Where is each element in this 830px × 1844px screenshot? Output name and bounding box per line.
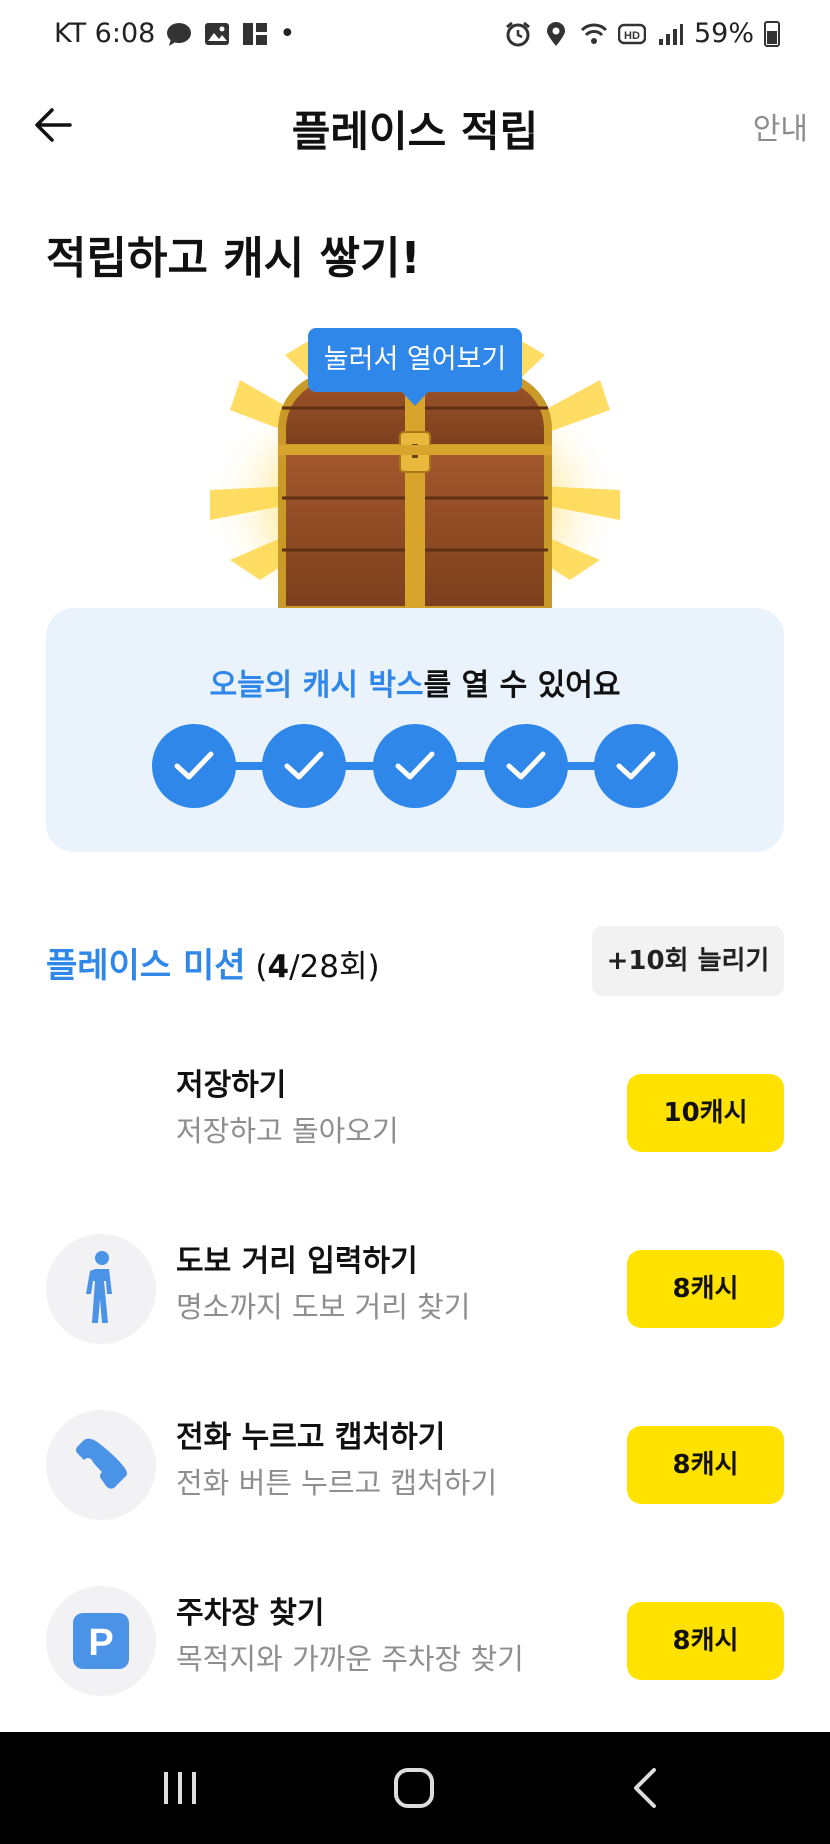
- missions-count-open: (: [245, 949, 268, 985]
- missions-title: 플레이스 미션 (4/28회): [46, 938, 380, 987]
- more-notifications-dot: •: [279, 18, 296, 49]
- reward-button[interactable]: 10캐시: [627, 1074, 784, 1152]
- status-bar: KT 6:08 • HD 59%: [0, 0, 830, 72]
- missions-count-total: /28회): [289, 949, 380, 985]
- mission-icon-circle: P: [46, 1586, 156, 1696]
- extend-missions-button[interactable]: +10회 늘리기: [592, 926, 784, 996]
- status-right: HD 59%: [504, 18, 780, 49]
- chat-bubble-icon: [167, 22, 192, 46]
- app-notification-icon: [243, 22, 268, 45]
- hd-voice-icon: HD: [617, 23, 646, 44]
- mission-subtitle: 목적지와 가까운 주차장 찾기: [176, 1642, 524, 1676]
- headline: 적립하고 캐시 쌓기!: [46, 233, 421, 284]
- back-nav-icon[interactable]: [616, 1762, 676, 1814]
- reward-button[interactable]: 8캐시: [627, 1250, 784, 1328]
- svg-text:HD: HD: [624, 30, 640, 42]
- check-icon: [284, 751, 324, 780]
- cash-box-progress-card: 오늘의 캐시 박스를 열 수 있어요: [46, 608, 784, 852]
- guide-button[interactable]: 안내: [753, 104, 808, 148]
- step-check-3: [373, 724, 457, 808]
- location-icon: [546, 21, 565, 46]
- page-title: 플레이스 적립: [291, 107, 539, 156]
- step-check-5: [594, 724, 678, 808]
- recent-apps-icon[interactable]: [150, 1762, 210, 1814]
- mission-subtitle: 저장하고 돌아오기: [176, 1114, 399, 1148]
- mission-title: 주차장 찾기: [176, 1596, 325, 1631]
- mission-subtitle: 전화 버튼 누르고 캡처하기: [176, 1466, 498, 1500]
- phone-icon: [76, 1438, 127, 1489]
- mission-title: 도보 거리 입력하기: [176, 1244, 418, 1279]
- gallery-icon: [205, 22, 230, 45]
- mission-row-walking-distance[interactable]: 도보 거리 입력하기 명소까지 도보 거리 찾기 8캐시: [0, 1230, 830, 1350]
- mission-subtitle: 명소까지 도보 거리 찾기: [176, 1290, 471, 1324]
- walking-person-icon: [86, 1251, 112, 1323]
- check-icon: [395, 751, 435, 780]
- wifi-icon: [580, 23, 608, 44]
- mission-icon-circle: [46, 1410, 156, 1520]
- missions-count-done: 4: [267, 949, 290, 985]
- status-left: KT 6:08 •: [54, 18, 295, 49]
- mission-title: 저장하기: [176, 1068, 287, 1103]
- mission-icon-circle: [46, 1234, 156, 1344]
- header: 플레이스 적립 안내: [0, 80, 830, 170]
- reward-button[interactable]: 8캐시: [627, 1426, 784, 1504]
- mission-row-phone-capture[interactable]: 전화 누르고 캡처하기 전화 버튼 누르고 캡처하기 8캐시: [0, 1406, 830, 1526]
- signal-icon: [658, 23, 683, 45]
- mission-title: 전화 누르고 캡처하기: [176, 1420, 446, 1455]
- missions-name: 플레이스 미션: [46, 946, 246, 986]
- parking-letter: P: [88, 1622, 113, 1664]
- system-nav-bar: [0, 1732, 830, 1844]
- battery-percent: 59%: [693, 18, 754, 49]
- check-icon: [506, 751, 546, 780]
- step-check-4: [484, 724, 568, 808]
- mission-row-save[interactable]: 저장하기 저장하고 돌아오기 10캐시: [0, 1054, 830, 1174]
- open-box-tooltip[interactable]: 눌러서 열어보기: [308, 328, 522, 406]
- cash-box-message-rest: 를 열 수 있어요: [423, 668, 621, 703]
- parking-icon: P: [73, 1613, 129, 1669]
- battery-icon: [764, 20, 780, 47]
- progress-steps: [152, 724, 678, 808]
- home-icon[interactable]: [384, 1762, 444, 1814]
- check-icon: [174, 751, 214, 780]
- step-check-2: [262, 724, 346, 808]
- check-icon: [616, 751, 656, 780]
- mission-row-parking[interactable]: P 주차장 찾기 목적지와 가까운 주차장 찾기 8캐시: [0, 1582, 830, 1702]
- cash-box-highlight: 오늘의 캐시 박스: [209, 668, 424, 703]
- cash-box-message: 오늘의 캐시 박스를 열 수 있어요: [46, 660, 784, 704]
- alarm-icon: [506, 21, 530, 46]
- step-check-1: [152, 724, 236, 808]
- carrier-time: KT 6:08: [54, 18, 156, 49]
- reward-button[interactable]: 8캐시: [627, 1602, 784, 1680]
